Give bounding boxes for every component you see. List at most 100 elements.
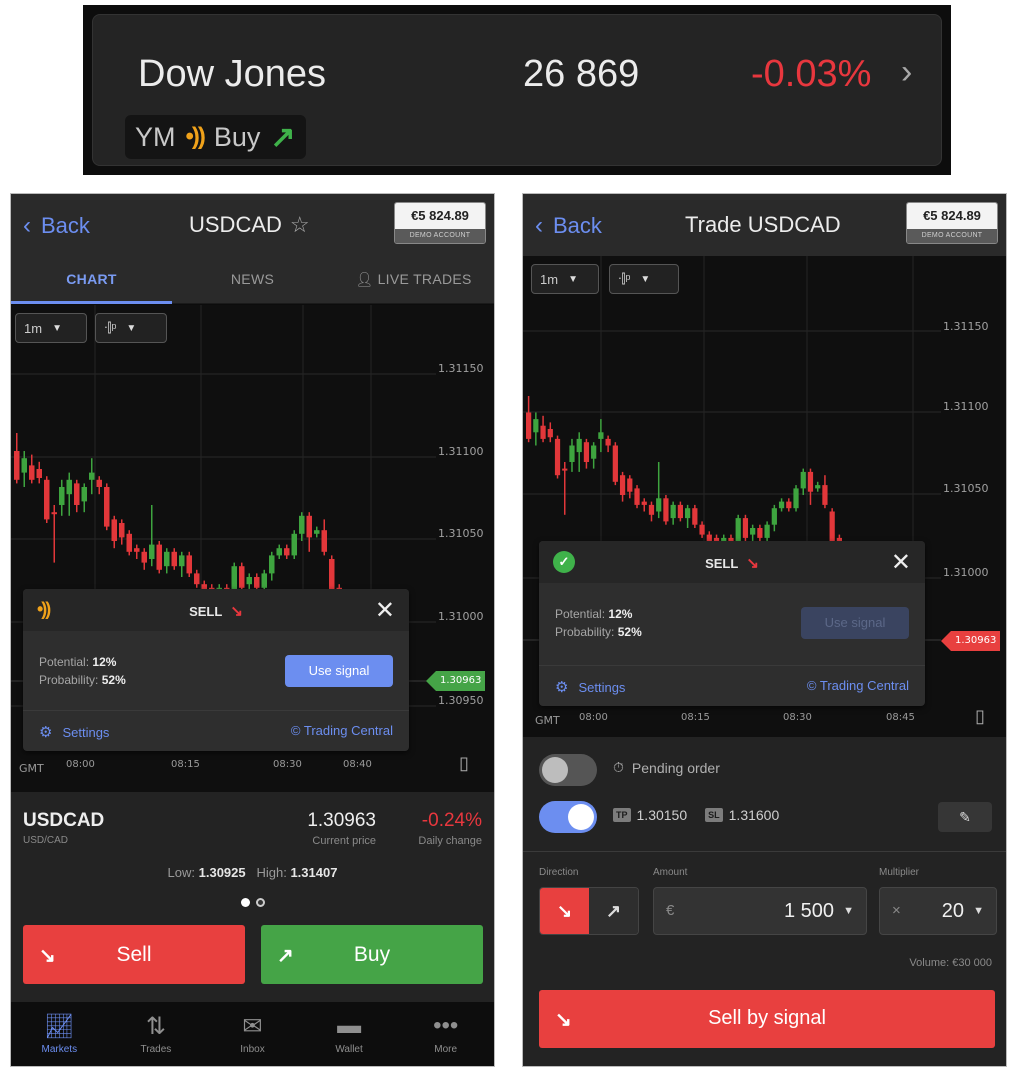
chart-type-dropdown[interactable]: ᐧ⫿ᵖ ▼ <box>95 313 167 343</box>
balance-badge[interactable]: €5 824.89 DEMO ACCOUNT <box>906 202 998 244</box>
page-dot-active[interactable] <box>240 898 250 907</box>
signal-popup: ✓ SELL ↘ ✕ Potential: 12% Probability: 52… <box>539 541 925 706</box>
signal-badge[interactable]: YM •)) Buy ↗ <box>125 115 306 159</box>
y-axis-label: 1.31050 <box>438 527 484 540</box>
nav-trades[interactable]: ⇅ Trades <box>108 1002 205 1066</box>
candle <box>576 432 582 472</box>
settings-link[interactable]: ⚙ Settings <box>39 723 109 741</box>
price-chart[interactable]: 1m ▼ ᐧ⫿ᵖ ▼ 1.31150 1.31100 1.31050 1.310… <box>11 305 494 792</box>
timeframe-dropdown[interactable]: 1m ▼ <box>15 313 87 343</box>
buy-button[interactable]: ↗ Buy <box>261 925 483 984</box>
candle <box>239 562 245 592</box>
sell-button[interactable]: ↘ Sell <box>23 925 245 984</box>
candle <box>778 498 785 512</box>
tp-sl-toggle[interactable] <box>539 801 597 833</box>
candle <box>677 501 683 522</box>
edit-tp-sl-button[interactable]: ✎ <box>938 802 992 832</box>
y-axis-label: 1.30950 <box>438 694 484 707</box>
nav-more[interactable]: ••• More <box>397 1002 494 1066</box>
candle <box>547 422 553 443</box>
candle <box>186 551 192 577</box>
y-axis-label: 1.31000 <box>943 566 989 579</box>
candle <box>74 479 80 513</box>
pencil-icon: ✎ <box>959 809 971 825</box>
tab-chart[interactable]: CHART <box>11 256 172 304</box>
chevron-left-icon: ‹ <box>535 212 543 239</box>
signal-title: SELL ↘ <box>23 602 409 620</box>
bottom-nav: 📈︎ Markets ⇅ Trades ✉ Inbox ▬ Wallet ••• More <box>11 1002 494 1066</box>
direction-buy-button[interactable]: ↗ <box>589 888 638 934</box>
nav-markets[interactable]: 📈︎ Markets <box>11 1002 108 1066</box>
device-rotate-icon[interactable]: ▯ <box>459 753 469 774</box>
candle <box>321 519 327 556</box>
candle <box>670 501 676 525</box>
chevron-right-icon[interactable]: › <box>901 53 912 92</box>
tab-live-trades[interactable]: 👤︎ LIVE TRADES <box>333 256 494 303</box>
candle-body <box>757 528 763 538</box>
candle-body <box>291 533 297 556</box>
candle-body <box>663 498 669 522</box>
tab-label: CHART <box>66 271 117 287</box>
balance-badge[interactable]: €5 824.89 DEMO ACCOUNT <box>394 202 486 244</box>
multiplier-value: 20 <box>941 900 964 922</box>
candle <box>126 530 132 556</box>
nav-wallet[interactable]: ▬ Wallet <box>301 1002 398 1066</box>
nav-inbox[interactable]: ✉ Inbox <box>204 1002 301 1066</box>
trading-central-link[interactable]: © Trading Central <box>807 678 909 693</box>
gear-icon: ⚙ <box>555 679 569 696</box>
x-axis-label: 08:30 <box>783 712 812 723</box>
pending-order-toggle[interactable] <box>539 754 597 786</box>
candle-body <box>171 551 177 567</box>
tab-news[interactable]: NEWS <box>172 256 333 303</box>
amount-dropdown[interactable]: € 1 500 ▼ <box>653 887 867 935</box>
market-row-dow-jones[interactable]: Dow Jones 26 869 -0.03% › YM •)) Buy ↗ <box>92 14 942 166</box>
back-label: Back <box>553 213 602 238</box>
candle-body <box>186 555 192 574</box>
x-axis-label: GMT <box>19 762 44 775</box>
candle <box>291 530 297 559</box>
direction-sell-button[interactable]: ↘ <box>540 888 589 934</box>
timeframe-dropdown[interactable]: 1m ▼ <box>531 264 599 294</box>
candle-body <box>598 432 604 439</box>
candle <box>692 504 698 528</box>
candle <box>771 504 777 532</box>
close-icon[interactable]: ✕ <box>375 596 395 625</box>
signal-title: SELL ↘ <box>539 554 925 572</box>
market-change: -0.03% <box>751 53 872 95</box>
sell-by-signal-button[interactable]: ↘ Sell by signal <box>539 990 995 1048</box>
daily-change: -0.24% <box>421 810 482 831</box>
signal-footer: ⚙ Settings © Trading Central <box>539 666 925 706</box>
candle-body <box>194 573 200 585</box>
close-icon[interactable]: ✕ <box>891 548 911 577</box>
multiplier-dropdown[interactable]: × 20 ▼ <box>879 887 997 935</box>
candle <box>269 551 275 581</box>
candle <box>807 468 814 505</box>
account-type: DEMO ACCOUNT <box>907 229 997 243</box>
potential-value: 12% <box>92 655 117 669</box>
star-icon[interactable]: ☆ <box>290 212 310 238</box>
back-button[interactable]: ‹ Back <box>23 212 90 240</box>
instrument-pair: USD/CAD <box>23 835 69 846</box>
trading-central-link[interactable]: © Trading Central <box>291 723 393 738</box>
candle-body <box>299 515 305 534</box>
device-rotate-icon[interactable]: ▯ <box>975 706 985 727</box>
use-signal-button[interactable]: Use signal <box>801 607 909 639</box>
candle-body <box>164 551 170 567</box>
candle-body <box>119 523 125 538</box>
x-axis-label: GMT <box>535 714 560 727</box>
candle <box>533 412 539 446</box>
candle <box>598 419 604 453</box>
chart-type-dropdown[interactable]: ᐧ⫿ᵖ ▼ <box>609 264 679 294</box>
x-axis-label: 08:00 <box>66 759 95 770</box>
settings-link[interactable]: ⚙ Settings <box>555 678 625 696</box>
use-signal-button[interactable]: Use signal <box>285 655 393 687</box>
candle <box>554 435 561 479</box>
candle <box>619 471 626 502</box>
candle <box>641 498 647 512</box>
page-dot[interactable] <box>255 898 265 907</box>
current-price: 1.30963 <box>307 810 376 831</box>
stopwatch-icon: ⏱ <box>613 759 624 775</box>
price-chart[interactable]: 1m ▼ ᐧ⫿ᵖ ▼ 1.31150 1.31100 1.31050 1.310… <box>523 256 1006 737</box>
back-button[interactable]: ‹ Back <box>535 212 602 240</box>
candle-body <box>533 419 539 433</box>
